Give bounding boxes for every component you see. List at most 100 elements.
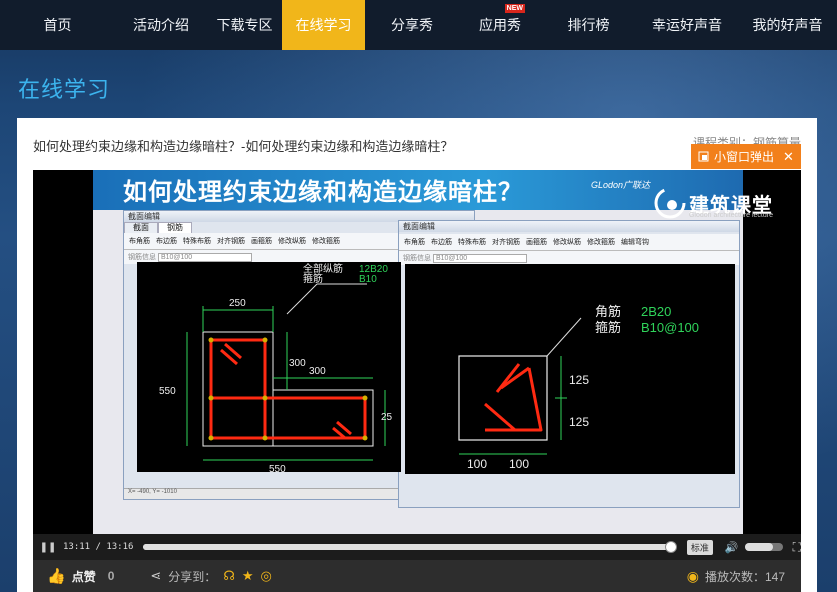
dim-width: 550 [269, 464, 286, 472]
play-count: ◉ 播放次数：147 [687, 568, 785, 585]
nav-item-label: 首页 [43, 17, 72, 33]
popup-icon [698, 151, 709, 162]
tool-edit-longitudinal: 修改纵筋 [278, 238, 306, 245]
selector-label: 钢筋信息 [403, 255, 431, 262]
nav-item-lucky-voice[interactable]: 幸运好声音 [636, 0, 738, 50]
weibo-share-icon[interactable]: ◎ [261, 568, 272, 584]
tool-edge-bar: 布边筋 [431, 239, 452, 246]
label-corner-spec: 2B20 [641, 304, 671, 319]
nav-item-label: 应用秀 [479, 17, 521, 33]
label-stirrup-spec: B10 [359, 274, 377, 285]
video-frame: 如何处理约束边缘和构造边缘暗柱？ GLodon广联达 截面编辑 截面 钢筋 布角… [93, 170, 743, 534]
nav-item-label: 排行榜 [567, 17, 610, 33]
banner-title: 如何处理约束边缘和构造边缘暗柱？ [123, 179, 523, 206]
video-player[interactable]: 如何处理约束边缘和构造边缘暗柱？ GLodon广联达 截面编辑 截面 钢筋 布角… [33, 170, 801, 534]
top-nav: 首页 活动介绍 下载专区 在线学习 分享秀 应用秀 NEW 排行榜 幸运好声音 我… [0, 0, 837, 50]
dim-right: 100 [509, 457, 529, 471]
nav-item-home[interactable]: 首页 [0, 0, 115, 50]
close-icon[interactable]: ✕ [783, 149, 794, 165]
nav-item-label: 分享秀 [391, 17, 433, 33]
tool-draw-stirrup: 画箍筋 [251, 238, 272, 245]
brand-logo-icon [654, 187, 686, 219]
nav-item-online-learning[interactable]: 在线学习 [282, 0, 365, 50]
cad-drawing-right: 角筋 箍筋 2B20 B10@100 125 125 100 100 [405, 264, 735, 474]
dim-vertical: 300 [289, 358, 306, 369]
nav-item-share-show[interactable]: 分享秀 [365, 0, 459, 50]
selector-value: B10@100 [157, 253, 252, 262]
new-badge: NEW [504, 4, 525, 13]
dim-height: 550 [159, 386, 176, 397]
nav-item-app-show[interactable]: 应用秀 NEW [459, 0, 541, 50]
label-stirrup: 箍筋 [303, 272, 323, 285]
dim-right: 300 [309, 366, 326, 377]
banner-brand: GLodon广联达 [591, 180, 651, 190]
time-display: 13:11 / 13:16 [63, 542, 134, 552]
nav-item-downloads[interactable]: 下载专区 [207, 0, 282, 50]
rebar-selector: 钢筋信息 B10@100 [399, 251, 739, 265]
eye-icon: ◉ [686, 567, 699, 584]
nav-item-label: 在线学习 [295, 17, 352, 33]
tool-corner-bar: 布角筋 [129, 238, 150, 245]
brand-watermark: 建筑课堂 Glodon architecture lecture [653, 186, 773, 220]
play-count-label: 播放次数：147 [704, 569, 785, 584]
quality-button[interactable]: 标准 [686, 539, 713, 555]
like-label: 点赞 [71, 569, 96, 584]
like-button[interactable]: 👍 点赞 0 [47, 567, 114, 585]
tool-edit-hook: 编辑弯钩 [621, 239, 649, 246]
window-title: 截面编辑 [399, 221, 739, 232]
popup-window-button[interactable]: 小窗口弹出 ✕ [691, 144, 801, 169]
thumbs-up-icon: 👍 [47, 568, 66, 585]
progress-fill [142, 544, 670, 550]
nav-item-ranking[interactable]: 排行榜 [541, 0, 636, 50]
popup-label: 小窗口弹出 [714, 150, 775, 164]
qzone-share-icon[interactable]: ★ [242, 568, 254, 584]
volume-icon[interactable]: 🔊 [725, 541, 739, 554]
tool-edge-bar: 布边筋 [156, 238, 177, 245]
video-banner: 如何处理约束边缘和构造边缘暗柱？ GLodon广联达 [93, 170, 743, 210]
fullscreen-icon[interactable]: ⛶ [793, 540, 801, 555]
dim-lower: 125 [569, 415, 589, 429]
tool-special-bar: 特殊布筋 [458, 239, 486, 246]
tab-section: 截面 [124, 222, 158, 233]
tool-align-bar: 对齐钢筋 [217, 238, 245, 245]
tool-edit-longitudinal: 修改纵筋 [553, 239, 581, 246]
share-label: 分享到： [168, 569, 217, 584]
cad-toolbar: 布角筋 布边筋 特殊布筋 对齐钢筋 画箍筋 修改纵筋 修改箍筋 编辑弯钩 [399, 234, 739, 251]
player-controls: ❚❚ 13:11 / 13:16 标准 🔊 ⛶ [33, 534, 801, 560]
video-card: 如何处理约束边缘和构造边缘暗柱？-如何处理约束边缘和构造边缘暗柱？ 课程类别：钢… [17, 118, 817, 592]
nav-item-label: 活动介绍 [133, 17, 189, 33]
label-stirrup: 箍筋 [595, 320, 621, 335]
pause-icon[interactable]: ❚❚ [33, 542, 63, 553]
dim-top: 250 [229, 298, 246, 309]
nav-item-my-voice[interactable]: 我的好声音 [738, 0, 837, 50]
dim-upper: 125 [569, 373, 589, 387]
nav-item-activity[interactable]: 活动介绍 [115, 0, 207, 50]
tool-edit-stirrup: 修改箍筋 [587, 239, 615, 246]
tool-special-bar: 特殊布筋 [183, 238, 211, 245]
tool-draw-stirrup: 画箍筋 [526, 239, 547, 246]
label-stirrup-spec: B10@100 [641, 320, 699, 335]
nav-item-label: 我的好声音 [752, 17, 823, 33]
like-count: 0 [107, 569, 115, 583]
video-title: 如何处理约束边缘和构造边缘暗柱？-如何处理约束边缘和构造边缘暗柱？ [33, 139, 454, 154]
progress-bar[interactable] [142, 541, 677, 553]
label-corner-bar: 角筋 [595, 304, 621, 319]
selector-label: 钢筋信息 [128, 254, 156, 261]
selector-value: B10@100 [432, 254, 527, 263]
cad-drawing-left: 250 300 300 550 550 25 全部纵筋 箍筋 12B20 B10 [137, 262, 401, 472]
dim-left: 100 [467, 457, 487, 471]
section-title: 在线学习 [18, 77, 111, 102]
progress-knob[interactable] [664, 541, 677, 553]
volume-fill [744, 543, 774, 551]
tab-rebar: 钢筋 [158, 222, 192, 233]
volume-slider[interactable] [744, 543, 783, 551]
tool-align-bar: 对齐钢筋 [492, 239, 520, 246]
brand-subtitle: Glodon architecture lecture [688, 212, 773, 219]
tool-edit-stirrup: 修改箍筋 [312, 238, 340, 245]
wechat-share-icon[interactable]: ☊ [223, 568, 235, 584]
video-actions: 👍 点赞 0 ⋖ 分享到： ☊ ★ ◎ ◉ 播放次数：147 [33, 560, 801, 592]
share-group: ⋖ 分享到： ☊ ★ ◎ [150, 568, 271, 585]
tool-corner-bar: 布角筋 [404, 239, 425, 246]
nav-item-label: 幸运好声音 [652, 17, 722, 33]
dim-edge: 25 [381, 412, 393, 423]
